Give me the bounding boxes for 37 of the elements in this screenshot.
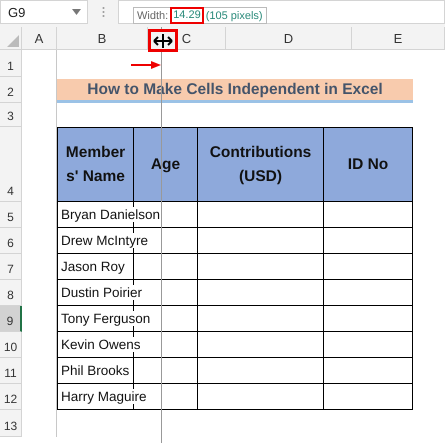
pixel-width-text: (105 pixels) bbox=[206, 10, 263, 22]
row-header[interactable]: 10 bbox=[0, 332, 22, 358]
name-cell: Phil Brooks bbox=[61, 363, 130, 378]
column-width-value: 14.29 bbox=[170, 7, 204, 24]
name-cell: Harry Maguire bbox=[61, 389, 148, 404]
row-header[interactable]: 8 bbox=[0, 280, 22, 306]
name-box[interactable]: G9 bbox=[0, 0, 88, 24]
name-cell: Tony Ferguson bbox=[61, 311, 152, 326]
table-header-cell: ID No bbox=[323, 127, 413, 202]
name-cell: Dustin Poirier bbox=[61, 285, 144, 300]
row-header[interactable]: 1 bbox=[0, 50, 22, 77]
sheet-title: How to Make Cells Independent in Excel bbox=[57, 79, 413, 103]
drag-handle-icon bbox=[102, 6, 104, 18]
tooltip-label: Width: bbox=[137, 10, 168, 22]
row-header[interactable]: 7 bbox=[0, 254, 22, 280]
table-header-cell: Members' Name bbox=[57, 127, 134, 202]
column-header[interactable]: E bbox=[352, 27, 445, 49]
row-header[interactable]: 11 bbox=[0, 358, 22, 384]
table-header-cell: Contributions (USD) bbox=[197, 127, 324, 202]
name-cell: Drew McIntyre bbox=[61, 233, 150, 248]
row-header[interactable]: 3 bbox=[0, 103, 22, 127]
row-header[interactable]: 4 bbox=[0, 127, 22, 202]
resize-cursor-icon[interactable] bbox=[153, 32, 173, 48]
name-cell: Jason Roy bbox=[61, 259, 126, 274]
row-header[interactable]: 6 bbox=[0, 228, 22, 254]
row-header[interactable]: 13 bbox=[0, 410, 22, 437]
row-header[interactable]: 9 bbox=[0, 306, 22, 332]
dropdown-icon[interactable] bbox=[72, 9, 81, 15]
row-header[interactable]: 2 bbox=[0, 77, 22, 103]
column-header[interactable]: A bbox=[22, 27, 57, 49]
table-header-cell: Age bbox=[133, 127, 198, 202]
pointer-arrow-icon bbox=[131, 61, 161, 69]
row-header[interactable]: 5 bbox=[0, 202, 22, 228]
name-cell: Kevin Owens bbox=[61, 337, 142, 352]
column-header[interactable]: D bbox=[226, 27, 352, 49]
row-header[interactable]: 12 bbox=[0, 384, 22, 410]
name-cell: Bryan Danielson bbox=[61, 207, 162, 222]
